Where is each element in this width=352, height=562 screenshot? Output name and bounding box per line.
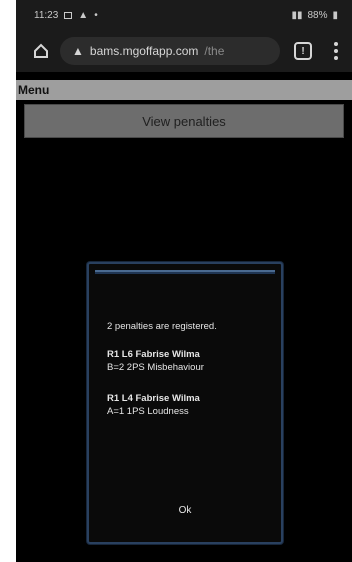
penalty-item: R1 L4 Fabrise Wilma A=1 1PS Loudness (107, 392, 200, 418)
penalty-title: R1 L4 Fabrise Wilma (107, 393, 200, 404)
penalty-title: R1 L6 Fabrise Wilma (107, 349, 200, 360)
status-bar: 11:23 ▲ • ▮▮ 88% ▮ (16, 0, 352, 30)
address-bar[interactable]: ▲ bams.mgoffapp.com/the (60, 37, 280, 65)
menu-bar[interactable]: Menu (16, 80, 352, 100)
status-time: 11:23 (34, 9, 59, 21)
more-menu-icon[interactable] (334, 42, 338, 60)
url-host: bams.mgoffapp.com (89, 44, 199, 58)
phone-screen: 11:23 ▲ • ▮▮ 88% ▮ ▲ bams.mgoffapp.com/t… (16, 0, 352, 562)
signal-icon: ▮▮ (291, 9, 303, 21)
battery-level: 88% (307, 9, 328, 21)
penalty-detail: B=2 2PS Misbehaviour (107, 362, 204, 373)
site-info-icon[interactable]: ▲ (72, 44, 84, 58)
tabs-icon[interactable]: ! (294, 42, 312, 60)
penalties-dialog: 2 penalties are registered. R1 L6 Fabris… (87, 262, 283, 544)
alert-icon: ▲ (78, 9, 89, 21)
home-icon[interactable] (32, 42, 50, 60)
dialog-title-bar (95, 270, 275, 274)
notification-icon (64, 11, 73, 19)
dialog-message: 2 penalties are registered. (107, 321, 217, 332)
penalty-item: R1 L6 Fabrise Wilma B=2 2PS Misbehaviour (107, 348, 204, 374)
ok-button[interactable]: Ok (179, 505, 192, 516)
url-path: /the (204, 44, 225, 58)
penalty-detail: A=1 1PS Loudness (107, 406, 189, 417)
dot-icon: • (94, 9, 98, 21)
battery-icon: ▮ (332, 9, 338, 21)
browser-toolbar: ▲ bams.mgoffapp.com/the ! (16, 30, 352, 72)
view-penalties-button[interactable]: View penalties (24, 104, 344, 138)
